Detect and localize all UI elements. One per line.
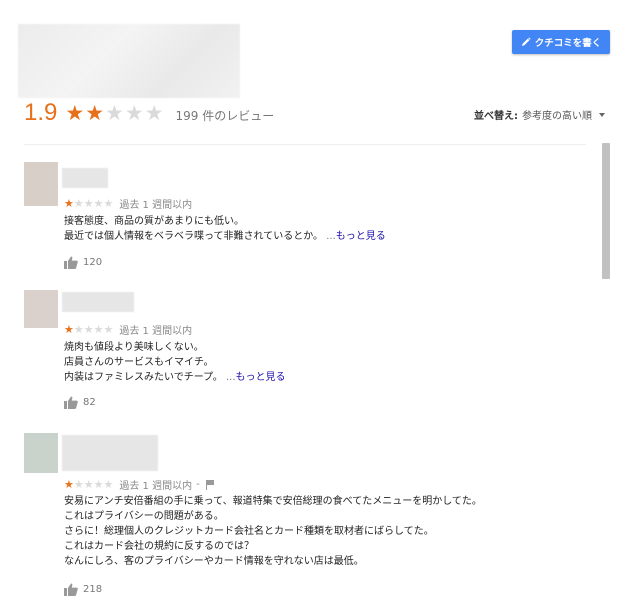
- ellipsis: ...: [226, 372, 236, 383]
- review-line: 店員さんのサービスもイマイチ。: [64, 357, 214, 368]
- star-icon: ★: [73, 478, 84, 491]
- reviewer-name[interactable]: [62, 435, 158, 471]
- like-count: 120: [83, 257, 103, 268]
- more-link[interactable]: もっと見る: [236, 372, 286, 383]
- reviewer-name[interactable]: [62, 168, 108, 188]
- like-button[interactable]: 82: [64, 396, 96, 409]
- review-time: 過去 1 週間以内: [119, 326, 193, 337]
- ellipsis: ...: [326, 231, 336, 242]
- avatar[interactable]: [24, 290, 58, 328]
- like-count: 82: [83, 397, 96, 408]
- review-line: 内装はファミレスみたいでチープ。: [64, 372, 223, 383]
- thumbs-up-icon: [64, 256, 78, 269]
- separator: -: [196, 479, 200, 490]
- review-line: これはカード会社の規約に反するのでは？: [64, 541, 254, 552]
- star-icon: ★: [83, 478, 94, 491]
- review-line: 接客態度、商品の質があまりにも低い。: [64, 216, 244, 227]
- review-line: さらに！総理個人のクレジットカード会社名とカード種類を取材者にばらしてた。: [64, 526, 434, 537]
- write-review-button[interactable]: クチコミを書く: [512, 30, 610, 54]
- star-icon: ★: [103, 323, 114, 336]
- pencil-icon: [521, 37, 531, 46]
- review-text: 接客態度、商品の質があまりにも低い。 最近では個人情報をベラベラ喋って非難されて…: [64, 214, 386, 244]
- review-time: 過去 1 週間以内: [119, 481, 193, 492]
- more-link[interactable]: もっと見る: [336, 231, 386, 242]
- rating-summary: 1.9 ★ ★ ★ ★ ★ 199 件のレビュー: [24, 97, 274, 129]
- review-time: 過去 1 週間以内: [119, 200, 193, 211]
- sort-value: 参考度の高い順: [522, 111, 592, 122]
- thumbs-up-icon: [64, 583, 78, 596]
- star-icon: ★: [144, 100, 164, 125]
- sort-prefix: 並べ替え:: [474, 111, 518, 122]
- rating-stars: ★ ★ ★ ★ ★: [65, 100, 164, 125]
- star-icon: ★: [64, 323, 74, 336]
- review-stars: ★ ★ ★ ★ ★: [64, 324, 113, 335]
- review-stars: ★ ★ ★ ★ ★: [64, 479, 113, 490]
- star-icon: ★: [103, 197, 114, 210]
- review-line: 焼肉も値段より美味しくない。: [64, 342, 204, 353]
- star-icon: ★: [93, 197, 104, 210]
- flag-icon[interactable]: [205, 480, 215, 490]
- place-photo: [18, 24, 240, 98]
- review-count[interactable]: 199 件のレビュー: [176, 107, 275, 124]
- scrollbar[interactable]: [602, 143, 610, 279]
- star-icon: ★: [73, 197, 84, 210]
- review-meta: ★ ★ ★ ★ ★ 過去 1 週間以内 -: [64, 477, 215, 492]
- star-icon: ★: [64, 478, 74, 491]
- like-button[interactable]: 218: [64, 583, 102, 596]
- review-stars: ★ ★ ★ ★ ★: [64, 198, 113, 209]
- like-count: 218: [83, 584, 103, 595]
- star-icon: ★: [83, 197, 94, 210]
- thumbs-up-icon: [64, 396, 78, 409]
- avatar[interactable]: [24, 162, 58, 206]
- review-line: これはプライバシーの問題がある。: [64, 511, 224, 522]
- review-line: 最近では個人情報をベラベラ喋って非難されているとか。: [64, 231, 323, 242]
- review-line: 安易にアンチ安倍番組の手に乗って、報道特集で安倍総理の食べてたメニューを明かして…: [64, 496, 482, 507]
- review-meta: ★ ★ ★ ★ ★ 過去 1 週間以内: [64, 322, 192, 337]
- write-review-label: クチコミを書く: [534, 38, 602, 49]
- star-icon: ★: [85, 100, 105, 125]
- star-icon: ★: [93, 478, 104, 491]
- review-line: なんにしろ、客のプライバシーやカード情報を守れない店は最低。: [64, 556, 364, 567]
- star-icon: ★: [105, 100, 124, 125]
- star-icon: ★: [73, 323, 84, 336]
- star-icon: ★: [64, 197, 74, 210]
- star-icon: ★: [103, 478, 114, 491]
- star-icon: ★: [83, 323, 94, 336]
- review-meta: ★ ★ ★ ★ ★ 過去 1 週間以内: [64, 196, 192, 211]
- like-button[interactable]: 120: [64, 256, 102, 269]
- reviewer-name[interactable]: [62, 292, 134, 312]
- chevron-down-icon: [599, 112, 605, 117]
- star-icon: ★: [93, 323, 104, 336]
- review-text: 安易にアンチ安倍番組の手に乗って、報道特集で安倍総理の食べてたメニューを明かして…: [64, 494, 482, 569]
- sort-dropdown[interactable]: 並べ替え: 参考度の高い順: [474, 107, 605, 122]
- review-text: 焼肉も値段より美味しくない。 店員さんのサービスもイマイチ。 内装はファミレスみ…: [64, 340, 286, 385]
- divider: [24, 144, 586, 145]
- avatar[interactable]: [24, 433, 58, 473]
- star-icon: ★: [65, 100, 85, 125]
- average-rating: 1.9: [24, 99, 58, 126]
- star-icon: ★: [124, 100, 144, 125]
